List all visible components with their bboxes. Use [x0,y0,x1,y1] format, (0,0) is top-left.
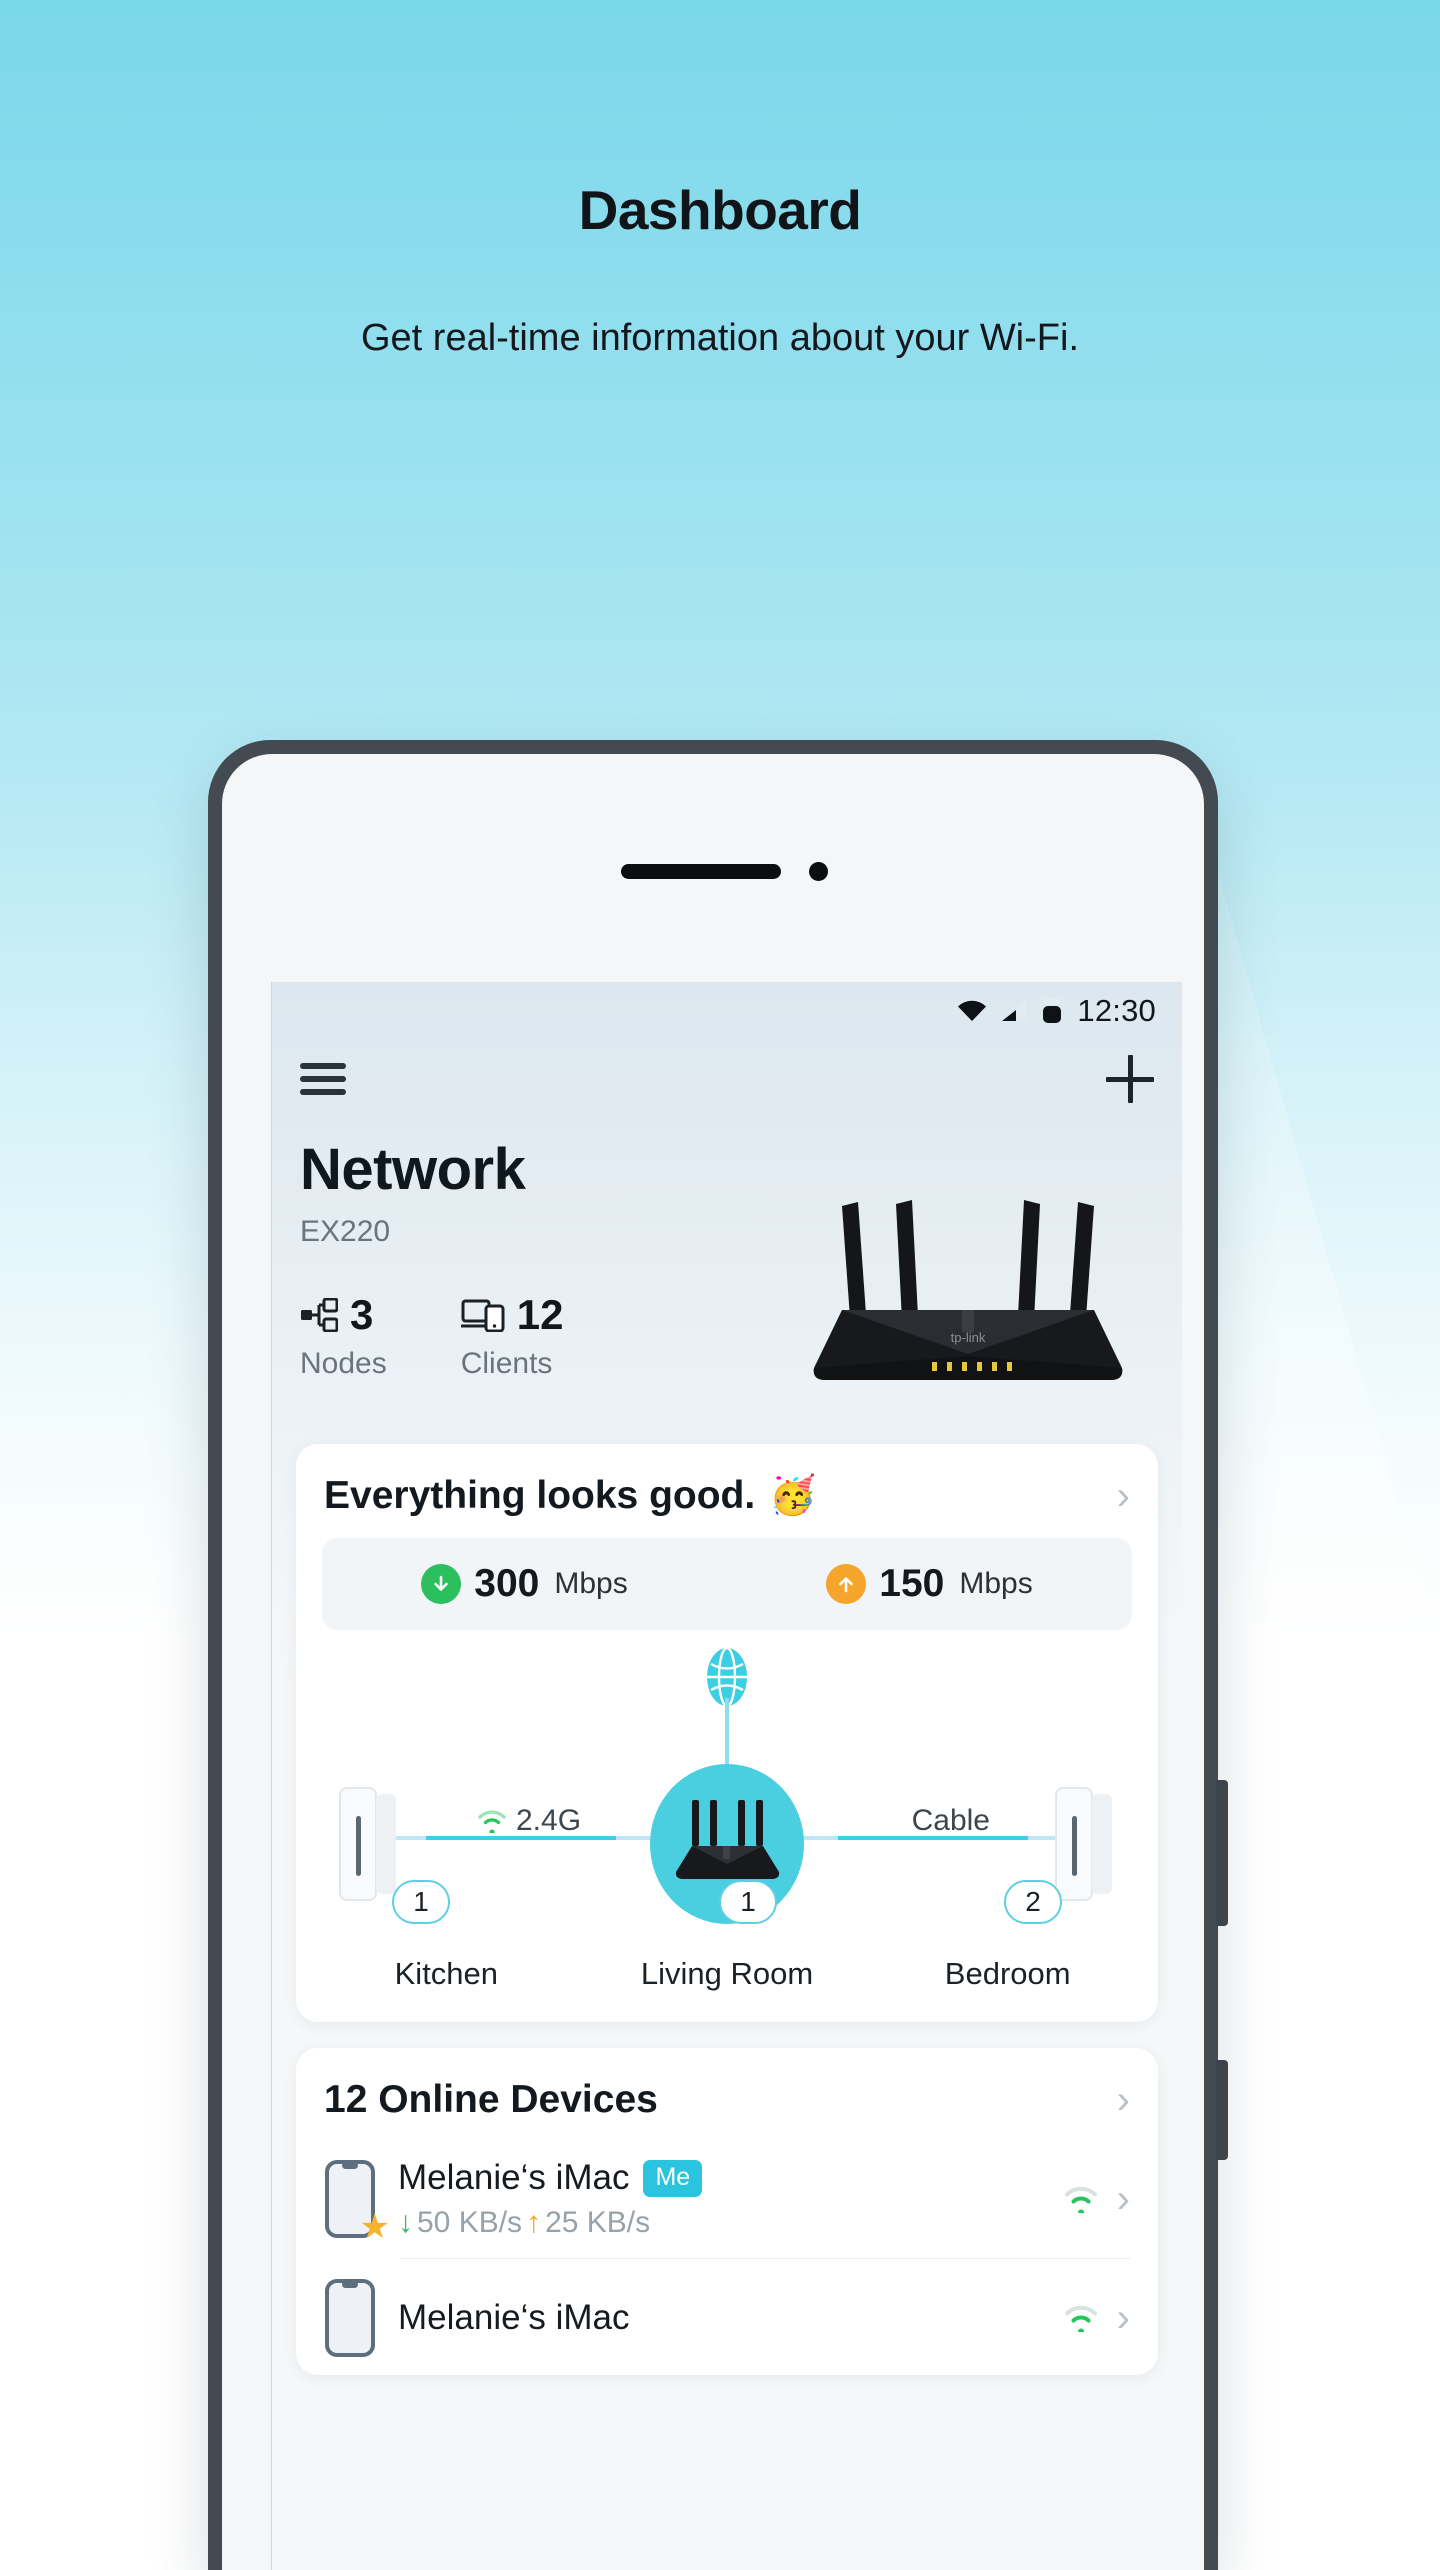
stat-clients[interactable]: 12 Clients [460,1291,564,1381]
party-face-emoji: 🥳 [769,1475,817,1517]
upload-arrow-icon [826,1564,867,1604]
extender-node-bedroom[interactable] [1050,1786,1120,1904]
page-subtitle: Get real-time information about your Wi-… [360,316,1079,359]
upload-speed-value: 150 [879,1562,945,1605]
front-camera [809,862,828,881]
device-list-item[interactable]: ★ Melanie‘s iMac Me ↓ 50 KB/s ↑ 25 KB/s [296,2138,1158,2258]
hamburger-menu-icon[interactable] [300,1063,346,1095]
status-card[interactable]: Everything looks good. 🥳 › 300 Mbps 150 … [296,1444,1158,2022]
download-arrow-icon: ↓ [398,2206,413,2239]
upload-speed: 150 Mbps [727,1562,1132,1606]
chevron-right-icon[interactable]: › [1117,1476,1130,1516]
wifi-icon [1064,2305,1097,2332]
device-name: Melanie‘s iMac [398,2298,630,2337]
plus-icon[interactable] [1106,1055,1154,1103]
device-speed: ↓ 50 KB/s ↑ 25 KB/s [398,2206,1041,2240]
link-label-right: Cable [912,1804,990,1838]
status-bar-clock: 12:30 [1077,993,1156,1028]
speed-strip: 300 Mbps 150 Mbps [322,1538,1132,1630]
link-label-left-text: 2.4G [516,1804,582,1837]
stat-clients-value: 12 [516,1291,564,1338]
download-speed-unit: Mbps [554,1567,628,1600]
phone-device-icon: ★ [324,2160,390,2244]
status-card-header[interactable]: Everything looks good. 🥳 › [296,1444,1158,1534]
device-download-value: 50 KB/s [417,2206,523,2239]
wifi-icon [958,1000,987,1021]
status-bar: 12:30 [272,982,1182,1040]
status-card-title: Everything looks good. [324,1474,756,1517]
client-count-bedroom: 2 [1004,1880,1062,1924]
favorite-star-icon: ★ [359,2208,390,2246]
router-icon [675,1800,780,1879]
extender-node-kitchen[interactable] [334,1786,404,1904]
router-illustration: tp-link [813,1200,1123,1380]
stat-nodes[interactable]: 3 Nodes [300,1291,387,1381]
online-devices-card[interactable]: 12 Online Devices › ★ Melanie‘s iMac Me [296,2048,1158,2375]
devices-card-header[interactable]: 12 Online Devices › [296,2048,1158,2138]
clients-icon [460,1299,505,1332]
me-badge: Me [643,2159,703,2197]
stat-nodes-label: Nodes [300,1347,387,1380]
device-list-item[interactable]: Melanie‘s iMac › [296,2259,1158,2375]
phone-device: 12:30 Network EX220 3 Nodes 12 Clients t… [208,740,1228,2570]
promo-block: Dashboard Get real-time information abou… [0,180,1440,363]
chevron-right-icon[interactable]: › [1117,2298,1130,2338]
wifi-icon [478,1810,506,1833]
download-arrow-icon [421,1564,462,1604]
earpiece-speaker [621,864,781,879]
svg-text:tp-link: tp-link [951,1330,986,1345]
chevron-right-icon[interactable]: › [1117,2179,1130,2219]
wifi-icon [1064,2186,1097,2213]
phone-device-icon [324,2279,376,2357]
network-hero: Network EX220 3 Nodes 12 Clients tp-link [272,1118,1182,1418]
volume-button[interactable] [1216,2060,1228,2160]
download-speed: 300 Mbps [322,1562,727,1606]
link-label-left: 2.4G [476,1804,581,1838]
battery-icon [1043,998,1062,1023]
page-title: Dashboard [578,179,862,241]
app-screen: 12:30 Network EX220 3 Nodes 12 Clients t… [271,982,1182,2570]
client-count-living-room: 1 [719,1880,777,1924]
devices-card-title: 12 Online Devices [324,2078,658,2121]
power-button[interactable] [1216,1780,1228,1926]
phone-screen-bezel: 12:30 Network EX220 3 Nodes 12 Clients t… [222,754,1204,2570]
stat-nodes-value: 3 [350,1291,374,1338]
device-upload-value: 25 KB/s [545,2206,651,2239]
upload-speed-unit: Mbps [959,1567,1033,1600]
nodes-icon [301,1298,338,1332]
stat-clients-label: Clients [460,1347,553,1380]
link-label-right-text: Cable [911,1804,990,1837]
upload-arrow-icon: ↑ [526,2206,542,2239]
download-speed-value: 300 [474,1562,540,1605]
network-topology: 1 1 2 2.4G Cable [296,1636,1158,1976]
device-name: Melanie‘s iMac [398,2158,630,2197]
app-bar [272,1040,1182,1118]
client-count-kitchen: 1 [392,1880,450,1924]
cellular-signal-icon [1002,1001,1027,1021]
chevron-right-icon[interactable]: › [1117,2080,1130,2120]
